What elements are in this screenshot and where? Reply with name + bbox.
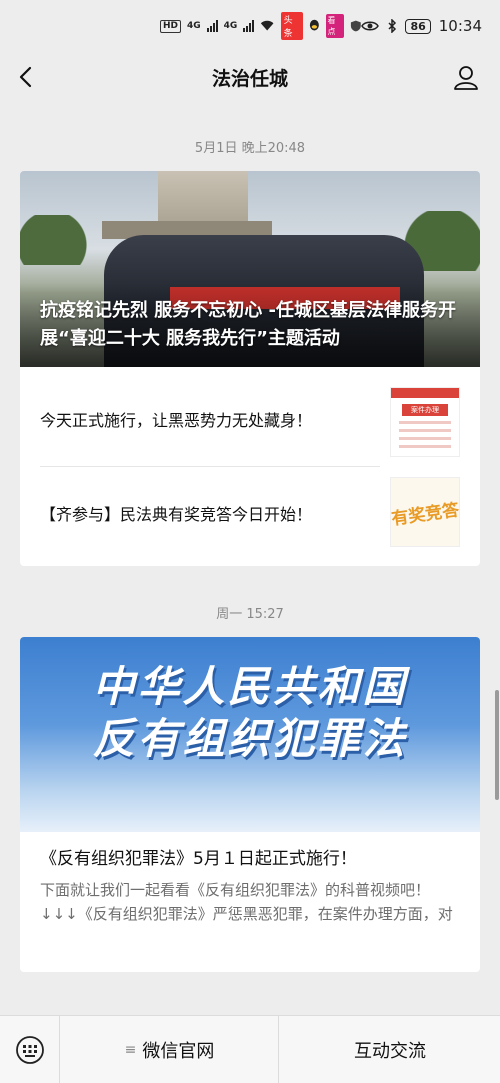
message-timestamp: 周一 15:27 — [216, 607, 284, 622]
shield-icon — [350, 20, 361, 32]
network-4g-label: 4G — [187, 21, 201, 31]
thumb-line — [399, 421, 451, 424]
cover-title: 抗疫铭记先烈 服务不忘初心 -任城区基层法律服务开展“喜迎二十大 服务我先行”主… — [40, 300, 457, 349]
article-card[interactable]: 抗疫铭记先烈 服务不忘初心 -任城区基层法律服务开展“喜迎二十大 服务我先行”主… — [20, 171, 480, 566]
wifi-icon — [261, 20, 274, 31]
thumb-line — [399, 429, 451, 432]
keyboard-toggle-button[interactable] — [0, 1016, 60, 1083]
message-timestamp: 5月1日 晚上20:48 — [194, 141, 306, 156]
eye-icon — [361, 21, 380, 31]
status-bar: HD 4G 4G 头条 看点 86 10:34 — [0, 0, 500, 52]
scrollbar-thumb[interactable] — [495, 690, 499, 800]
kandian-app-badge: 看点 — [325, 14, 344, 38]
menu-label: 互动交流 — [354, 1041, 426, 1062]
thumb-line — [399, 445, 451, 448]
network-4g-label-2: 4G — [223, 21, 238, 31]
status-left: HD 4G 4G 头条 看点 — [160, 12, 361, 40]
thumb-header-bar — [391, 388, 459, 398]
bottom-menu-bar: ≡ 微信官网 互动交流 — [0, 1015, 500, 1083]
signal-icon — [206, 20, 218, 32]
sub-article-thumbnail: 有奖竞答 — [390, 477, 460, 547]
article-body: 《反有组织犯罪法》5月１日起正式施行！ 下面就让我们一起看看《反有组织犯罪法》的… — [20, 832, 480, 926]
signal-icon-2 — [243, 20, 255, 32]
toutiao-app-badge: 头条 — [280, 12, 303, 40]
nav-bar: 法治任城 — [0, 52, 500, 102]
submenu-icon: ≡ — [124, 1042, 137, 1058]
cover-photo-trees — [20, 215, 100, 265]
menu-wechat-official-site[interactable]: ≡ 微信官网 — [61, 1016, 279, 1083]
page-title: 法治任城 — [211, 67, 288, 90]
thumb-line — [399, 437, 451, 440]
person-icon[interactable] — [452, 63, 480, 91]
thumb-title: 有奖竞答 — [390, 499, 460, 530]
thumb-title: 案件办理 — [402, 404, 448, 416]
battery-indicator: 86 — [405, 18, 431, 34]
network-hd-badge: HD — [160, 19, 182, 33]
sub-article-item[interactable]: 【齐参与】民法典有奖竞答今日开始！ 有奖竞答 — [20, 467, 480, 566]
qq-icon — [309, 19, 319, 31]
sub-article-item[interactable]: 今天正式施行，让黑恶势力无处藏身！ 案件办理 — [20, 367, 480, 467]
article-cover[interactable]: 抗疫铭记先烈 服务不忘初心 -任城区基层法律服务开展“喜迎二十大 服务我先行”主… — [20, 171, 480, 367]
sub-article-title: 【齐参与】民法典有奖竞答今日开始！ — [40, 505, 313, 524]
article-cover[interactable]: 中华人民共和国 反有组织犯罪法 — [20, 637, 480, 832]
article-description: 下面就让我们一起看看《反有组织犯罪法》的科普视频吧！↓↓↓《反有组织犯罪法》严惩… — [40, 881, 453, 923]
bluetooth-icon — [388, 19, 397, 33]
keyboard-icon — [15, 1036, 44, 1064]
article-title: 《反有组织犯罪法》5月１日起正式施行！ — [40, 849, 357, 869]
cover-line-2: 反有组织犯罪法 — [92, 714, 408, 763]
menu-interaction[interactable]: 互动交流 — [280, 1016, 500, 1083]
sub-article-title: 今天正式施行，让黑恶势力无处藏身！ — [40, 411, 313, 430]
menu-label: 微信官网 — [142, 1041, 215, 1062]
clock: 10:34 — [438, 17, 482, 35]
sub-article-thumbnail: 案件办理 — [390, 387, 460, 457]
status-right: 86 10:34 — [361, 17, 482, 35]
chevron-left-icon[interactable] — [14, 64, 40, 90]
article-card[interactable]: 中华人民共和国 反有组织犯罪法 《反有组织犯罪法》5月１日起正式施行！ 下面就让… — [20, 637, 480, 972]
